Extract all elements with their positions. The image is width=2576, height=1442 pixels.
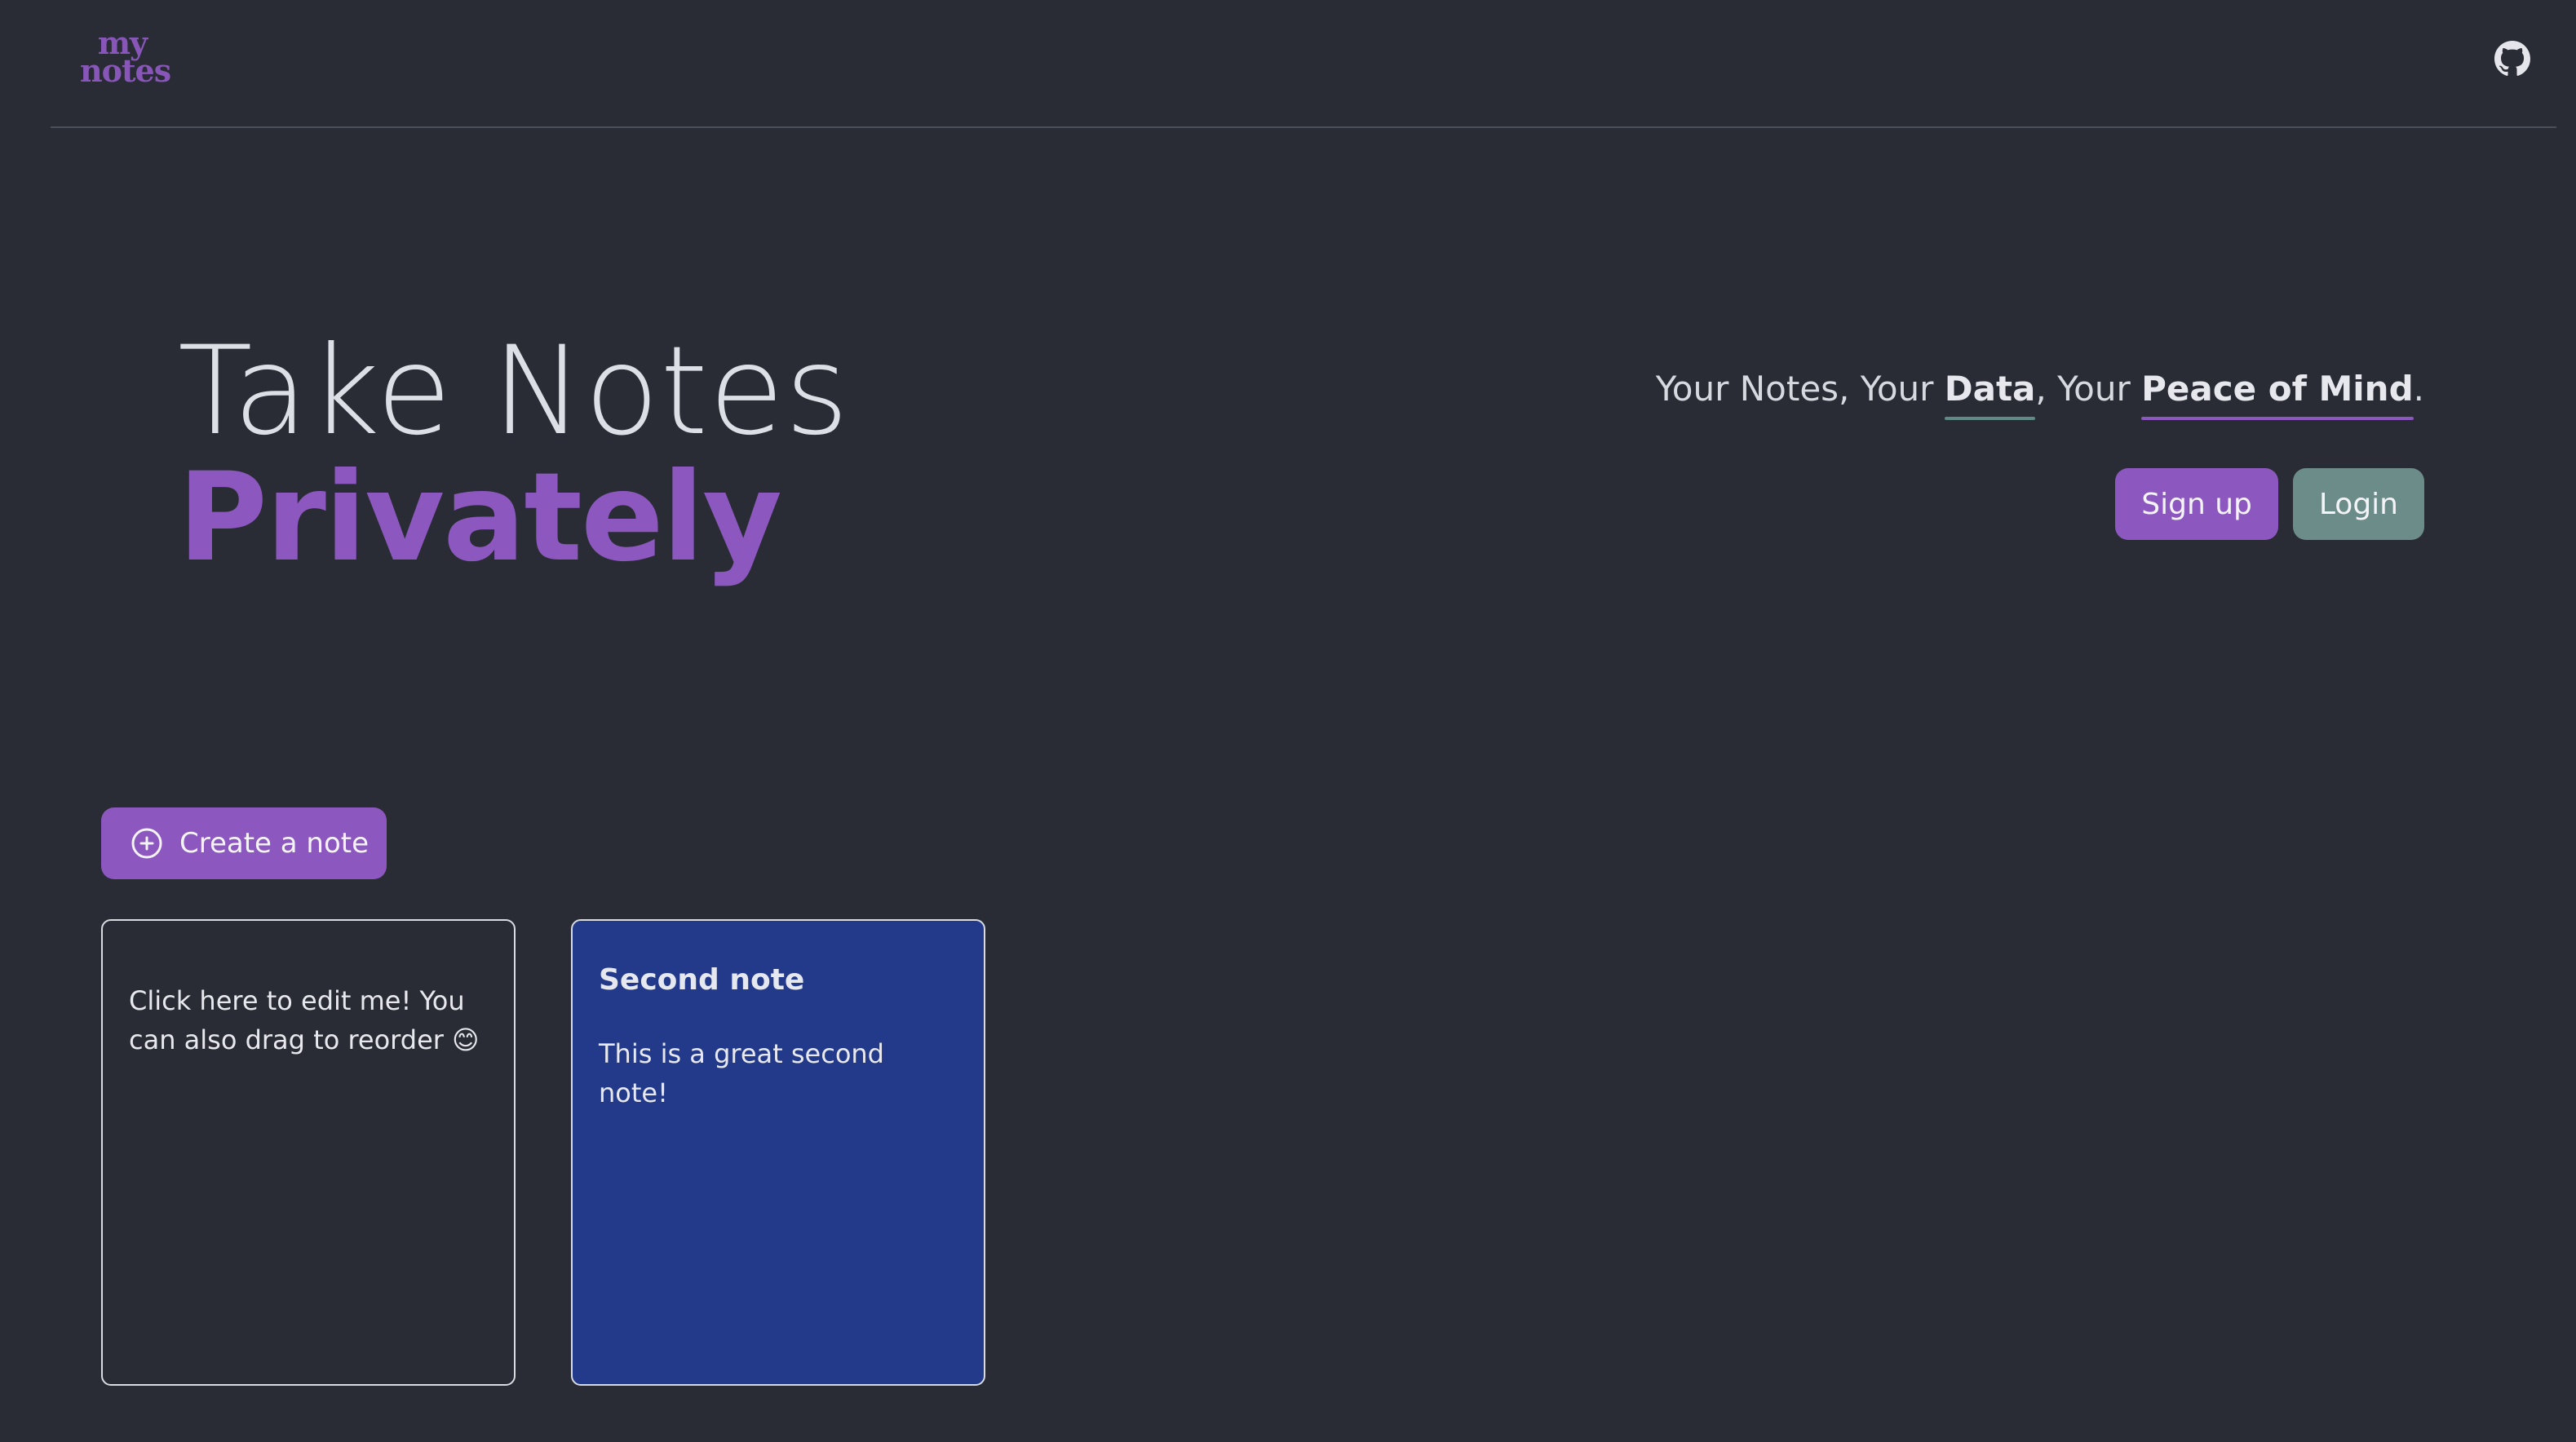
create-note-button[interactable]: Create a note (101, 807, 387, 879)
note-body: This is a great second note! (599, 1038, 884, 1108)
note-title: Second note (599, 963, 805, 997)
page: my notes Take Notes Privately Your Notes… (0, 0, 2576, 1442)
header-divider (51, 126, 2556, 128)
tagline-data: Data (1944, 369, 2036, 420)
tagline: Your Notes, Your Data, Your Peace of Min… (1655, 369, 2424, 420)
hero-heading: Take Notes Privately (178, 321, 850, 589)
plus-circle-icon (131, 828, 162, 859)
hero-line2: Privately (178, 447, 782, 589)
tagline-part2: , Your (2035, 369, 2142, 409)
logo[interactable]: my notes (80, 28, 171, 89)
login-button[interactable]: Login (2292, 468, 2424, 540)
auth-buttons: Sign up Login (2115, 468, 2424, 540)
github-icon[interactable] (2494, 41, 2530, 77)
note-body: Click here to edit me! You can also drag… (129, 985, 480, 1055)
tagline-part1: Your Notes, Your (1655, 369, 1945, 409)
logo-line2: notes (80, 52, 171, 89)
header: my notes (0, 0, 2576, 128)
tagline-peace: Peace of Mind (2141, 369, 2414, 420)
note-card[interactable]: Click here to edit me! You can also drag… (101, 919, 516, 1386)
hero-line1: Take Notes (178, 321, 850, 462)
create-note-label: Create a note (179, 827, 370, 860)
note-card[interactable]: Second note This is a great second note! (571, 919, 985, 1386)
tagline-end: . (2413, 369, 2424, 409)
signup-button[interactable]: Sign up (2115, 468, 2278, 540)
